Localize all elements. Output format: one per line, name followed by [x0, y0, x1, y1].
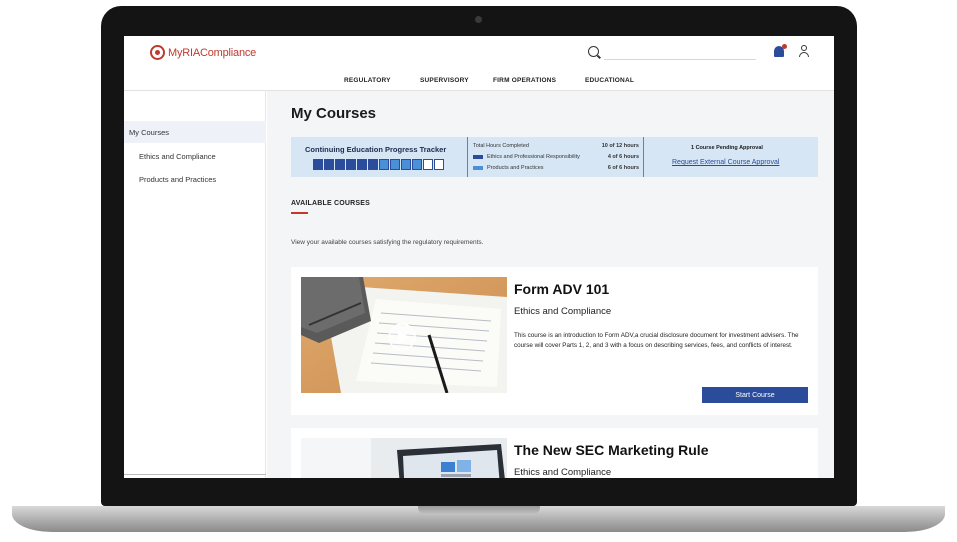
logo[interactable]: MyRIACompliance — [150, 45, 256, 60]
course-title: The New SEC Marketing Rule — [514, 442, 709, 458]
section-label: AVAILABLE COURSES — [291, 200, 370, 207]
progress-segment — [390, 159, 400, 170]
hours-row-label: Products and Practices — [487, 165, 544, 171]
top-bar: MyRIACompliance — [124, 36, 834, 72]
course-card: The New SEC Marketing Rule Ethics and Co… — [291, 428, 818, 478]
start-course-button[interactable]: Start Course — [702, 387, 808, 403]
laptop-frame: MyRIACompliance REGULATORY SUPERVISORY F… — [0, 0, 957, 542]
tracker-title: Continuing Education Progress Tracker — [305, 145, 447, 154]
progress-segments — [313, 159, 445, 170]
laptop-notch — [418, 506, 540, 515]
notification-dot — [782, 44, 787, 49]
logo-icon — [150, 45, 165, 60]
section-underline — [291, 212, 308, 214]
total-hours-row: Total Hours Completed 10 of 12 hours — [473, 143, 639, 149]
pending-approval-text: 1 Course Pending Approval — [691, 145, 763, 151]
sidebar-item-products-and-practices[interactable]: Products and Practices — [139, 175, 216, 184]
course-description: This course is an introduction to Form A… — [514, 332, 799, 349]
user-icon[interactable] — [798, 45, 810, 58]
progress-segment — [379, 159, 389, 170]
hours-row: Products and Practices 6 of 6 hours — [473, 165, 639, 171]
course-category: Ethics and Compliance — [514, 467, 612, 478]
progress-segment — [434, 159, 444, 170]
hours-row-value: 6 of 6 hours — [607, 165, 639, 171]
progress-segment — [357, 159, 367, 170]
sidebar-item-my-courses[interactable]: My Courses — [129, 128, 169, 137]
section-description: View your available courses satisfying t… — [291, 239, 484, 246]
hours-row: Ethics and Professional Responsibility 4… — [473, 154, 639, 160]
nav-supervisory[interactable]: SUPERVISORY — [420, 72, 469, 84]
progress-segment — [335, 159, 345, 170]
course-card: Form ADV 101 Ethics and Compliance This … — [291, 267, 818, 415]
course-thumbnail-image — [301, 277, 507, 393]
total-hours-value: 10 of 12 hours — [601, 143, 639, 149]
search-input[interactable] — [604, 46, 756, 60]
search-icon[interactable] — [588, 46, 599, 57]
sidebar-divider — [124, 474, 266, 475]
request-approval-link[interactable]: Request External Course Approval — [672, 159, 779, 166]
total-hours-label: Total Hours Completed — [473, 143, 529, 149]
progress-segment — [423, 159, 433, 170]
progress-segment — [313, 159, 323, 170]
progress-segment — [324, 159, 334, 170]
camera-icon — [475, 16, 482, 23]
legend-swatch — [473, 154, 483, 159]
progress-segment — [346, 159, 356, 170]
course-category: Ethics and Compliance — [514, 306, 612, 317]
course-thumbnail[interactable] — [301, 438, 507, 478]
main-content: My Courses Continuing Education Progress… — [267, 91, 834, 478]
tracker-divider — [643, 137, 644, 177]
hours-row-label: Ethics and Professional Responsibility — [487, 154, 580, 160]
course-thumbnail-image — [301, 438, 507, 478]
nav-regulatory[interactable]: REGULATORY — [344, 72, 391, 84]
page-title: My Courses — [291, 105, 377, 122]
course-thumbnail[interactable] — [301, 277, 507, 393]
logo-text: MyRIACompliance — [168, 46, 257, 59]
nav-educational[interactable]: EDUCATIONAL — [585, 72, 634, 84]
progress-tracker: Continuing Education Progress Tracker To… — [291, 137, 818, 177]
progress-segment — [401, 159, 411, 170]
progress-segment — [368, 159, 378, 170]
progress-segment — [412, 159, 422, 170]
hours-row-value: 4 of 6 hours — [607, 154, 639, 160]
course-title: Form ADV 101 — [514, 281, 610, 297]
main-nav: REGULATORY SUPERVISORY FIRM OPERATIONS E… — [124, 72, 834, 90]
screen: MyRIACompliance REGULATORY SUPERVISORY F… — [124, 36, 834, 478]
legend-swatch — [473, 165, 483, 170]
sidebar: My Courses Ethics and Compliance Product… — [124, 91, 266, 478]
nav-firm-operations[interactable]: FIRM OPERATIONS — [493, 72, 556, 84]
tracker-divider — [467, 137, 468, 177]
sidebar-item-ethics-and-compliance[interactable]: Ethics and Compliance — [139, 152, 216, 161]
